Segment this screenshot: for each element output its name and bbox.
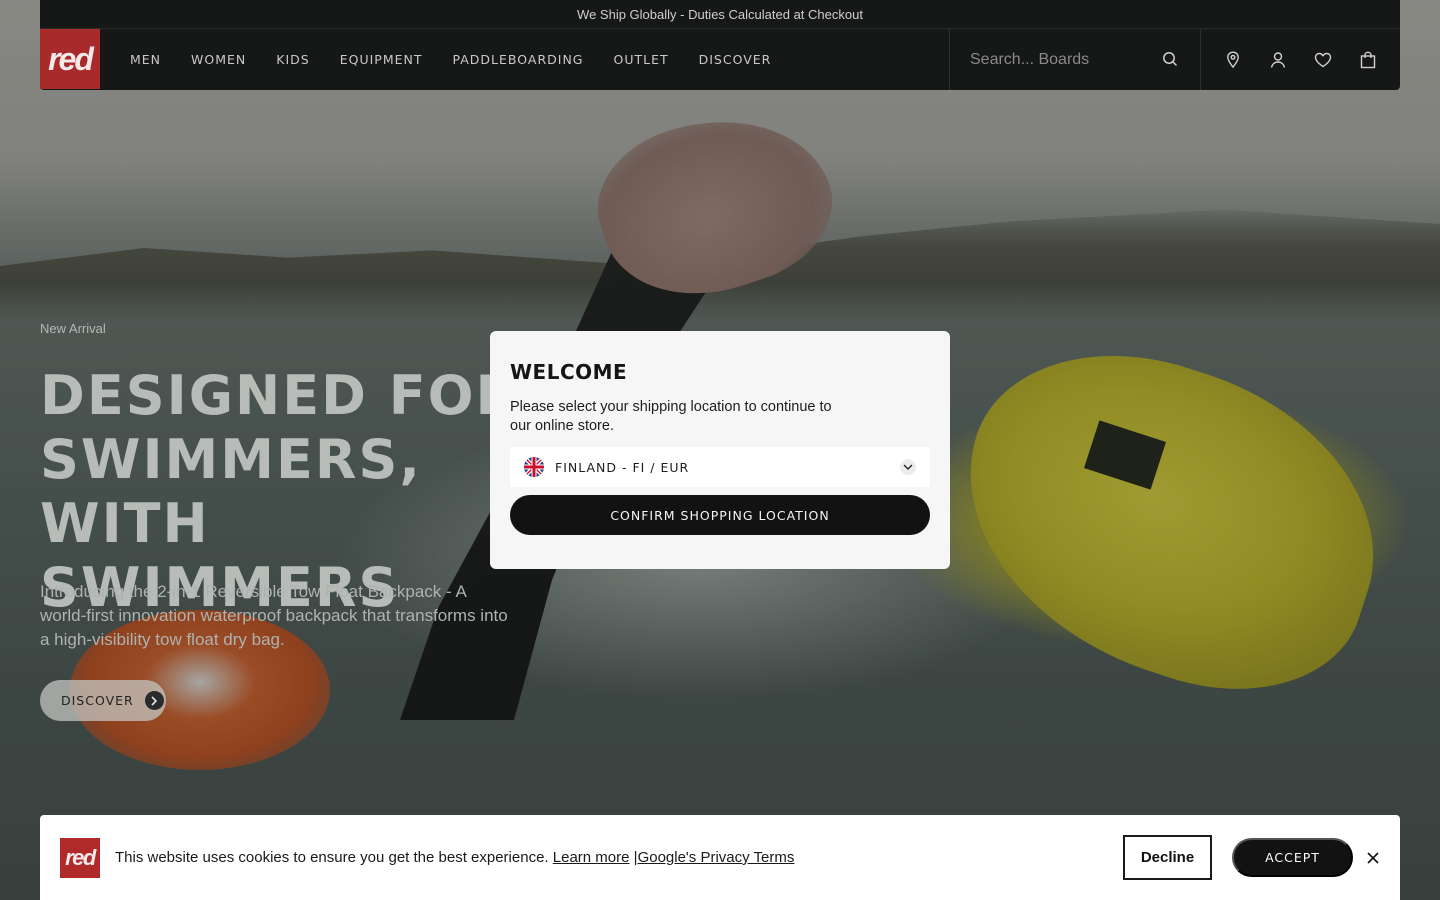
logo[interactable]: red	[40, 29, 100, 89]
nav-item-discover[interactable]: DISCOVER	[699, 52, 772, 67]
privacy-terms-link[interactable]: Google's Privacy Terms	[638, 849, 795, 866]
location-pin-icon[interactable]	[1223, 50, 1243, 70]
nav-item-men[interactable]: MEN	[130, 52, 161, 67]
cookie-logo-text: red	[65, 844, 96, 870]
search-box	[949, 29, 1201, 90]
nav-item-kids[interactable]: KIDS	[276, 52, 309, 67]
account-icon[interactable]	[1268, 50, 1288, 70]
cookie-logo: red	[60, 837, 100, 878]
nav-item-equipment[interactable]: EQUIPMENT	[340, 52, 423, 67]
nav-item-outlet[interactable]: OUTLET	[613, 52, 668, 67]
modal-text: Please select your shipping location to …	[510, 399, 832, 434]
logo-text: red	[48, 40, 94, 77]
country-select-value: FINLAND - FI / EUR	[555, 459, 690, 475]
nav-item-paddleboarding[interactable]: PADDLEBOARDING	[453, 52, 584, 67]
cookie-banner: red This website uses cookies to ensure …	[40, 815, 1400, 900]
search-icon[interactable]	[1162, 51, 1178, 72]
site-header: red MEN WOMEN KIDS EQUIPMENT PADDLEBOARD…	[40, 28, 1400, 90]
learn-more-link[interactable]: Learn more	[553, 849, 630, 866]
close-icon[interactable]	[1366, 851, 1380, 865]
main-nav: MEN WOMEN KIDS EQUIPMENT PADDLEBOARDING …	[100, 29, 801, 90]
announcement-text: We Ship Globally - Duties Calculated at …	[577, 6, 863, 22]
hero-discover-label: DISCOVER	[61, 693, 134, 708]
nav-item-women[interactable]: WOMEN	[191, 52, 246, 67]
country-select[interactable]: FINLAND - FI / EUR	[510, 447, 930, 487]
cookie-decline-button[interactable]: Decline	[1123, 835, 1212, 880]
cookie-message-row: This website uses cookies to ensure you …	[115, 849, 794, 866]
cookie-message: This website uses cookies to ensure you …	[115, 849, 549, 866]
uk-flag-icon	[524, 457, 544, 477]
modal-title: WELCOME	[510, 360, 628, 384]
chevron-down-icon	[900, 459, 916, 475]
cookie-accept-button[interactable]: ACCEPT	[1232, 838, 1353, 877]
search-input[interactable]	[970, 50, 1150, 69]
hero-discover-button[interactable]: DISCOVER	[40, 680, 166, 721]
wishlist-heart-icon[interactable]	[1313, 50, 1333, 70]
announcement-bar: We Ship Globally - Duties Calculated at …	[40, 0, 1400, 28]
hero-subtext: Introducing the 2-in-1 Reversible Tow Fl…	[40, 582, 508, 649]
location-modal: WELCOME Please select your shipping loca…	[490, 331, 950, 569]
confirm-location-button[interactable]: CONFIRM SHOPPING LOCATION	[510, 495, 930, 535]
hero-eyebrow: New Arrival	[40, 321, 106, 336]
cart-bag-icon[interactable]	[1358, 50, 1378, 70]
arrow-right-icon	[144, 691, 164, 710]
header-actions	[1201, 29, 1400, 90]
